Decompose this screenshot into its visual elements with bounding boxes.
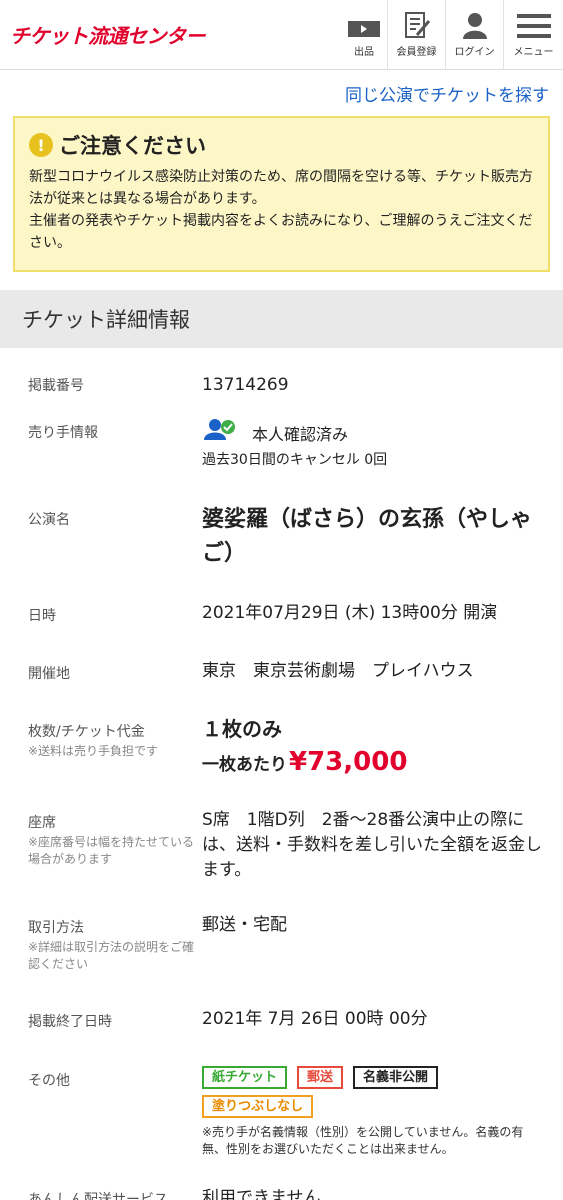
notice-title-row: ! ご注意ください (29, 130, 534, 160)
caution-notice: ! ご注意ください 新型コロナウイルス感染防止対策のため、席の間隔を空ける等、チ… (13, 116, 550, 272)
price-row: 一枚あたり ¥73,000 (202, 747, 547, 778)
search-link-row: 同じ公演でチケットを探す (0, 70, 563, 116)
nav-login[interactable]: ログイン (445, 0, 503, 70)
register-icon (403, 11, 431, 39)
nav-menu[interactable]: メニュー (503, 0, 563, 70)
label-safe-delivery: あんしん配送サービス (28, 1192, 168, 1200)
value-other: 紙チケット 郵送 名義非公開 塗りつぶしなし ※売り手が名義情報（性別）を公開し… (202, 1066, 547, 1158)
menu-icon (516, 11, 551, 39)
notice-title: ご注意ください (59, 134, 206, 158)
value-performance: 婆娑羅（ばさら）の玄孫（やしゃご） (202, 507, 533, 566)
price-per-label: 一枚あたり (202, 755, 287, 775)
verified-user-icon (202, 418, 238, 450)
nav-login-label: ログイン (454, 46, 495, 58)
label-other: その他 (28, 1073, 70, 1089)
value-method: 郵送・宅配 (202, 915, 287, 935)
site-logo[interactable]: チケット流通センター (10, 20, 206, 49)
label-seller: 売り手情報 (28, 425, 98, 441)
section-title: チケット詳細情報 (0, 290, 563, 348)
seller-verified-status: 本人確認済み (252, 424, 349, 444)
value-listing-id: 13714269 (202, 374, 289, 395)
badge-name-private: 名義非公開 (353, 1066, 439, 1089)
label-performance: 公演名 (28, 512, 70, 528)
site-header: チケット流通センター 出品 会員登録 ログイン メニュー (0, 0, 563, 70)
seller-line: 本人確認済み (202, 418, 547, 450)
row-seat: 座席 ※座席番号は幅を持たせている場合があります S席 1階D列 2番〜28番公… (0, 808, 563, 883)
label-method: 取引方法 ※詳細は取引方法の説明をご確認ください (28, 913, 202, 973)
label-seat: 座席 ※座席番号は幅を持たせている場合があります (28, 808, 202, 883)
same-performance-link[interactable]: 同じ公演でチケットを探す (345, 81, 549, 106)
nav-sell-label: 出品 (354, 46, 374, 58)
user-icon (461, 11, 489, 39)
label-seat-note: ※座席番号は幅を持たせている場合があります (28, 835, 195, 866)
nav-sell[interactable]: 出品 (341, 0, 387, 70)
badge-mail: 郵送 (297, 1066, 344, 1089)
value-venue: 東京 東京芸術劇場 プレイハウス (202, 661, 474, 681)
row-seller: 売り手情報 本人確認済み 過去30日間のキャンセル 0回 (0, 418, 563, 473)
row-method: 取引方法 ※詳細は取引方法の説明をご確認ください 郵送・宅配 (0, 913, 563, 973)
label-listing-end: 掲載終了日時 (28, 1014, 112, 1030)
nav-register[interactable]: 会員登録 (387, 0, 445, 70)
seller-cancel-count: 過去30日間のキャンセル 0回 (202, 452, 388, 468)
value-seat: S席 1階D列 2番〜28番公演中止の際には、送料・手数料を差し引いた全額を返金… (202, 810, 542, 880)
row-listing-end: 掲載終了日時 2021年 7月 26日 00時 00分 (0, 1007, 563, 1032)
row-listing-id: 掲載番号 13714269 (0, 348, 563, 404)
header-nav: 出品 会員登録 ログイン メニュー (341, 0, 563, 70)
row-quantity-price: 枚数/チケット代金 ※送料は売り手負担です １枚のみ 一枚あたり ¥73,000 (0, 717, 563, 778)
label-listing-id: 掲載番号 (28, 378, 84, 394)
value-listing-end: 2021年 7月 26日 00時 00分 (202, 1009, 428, 1029)
label-date: 日時 (28, 608, 56, 624)
label-seat-text: 座席 (28, 815, 56, 831)
nav-menu-label: メニュー (513, 46, 554, 58)
badge-list: 紙チケット 郵送 名義非公開 塗りつぶしなし (202, 1066, 502, 1118)
row-venue: 開催地 東京 東京芸術劇場 プレイハウス (0, 659, 563, 684)
label-quantity-text: 枚数/チケット代金 (28, 724, 145, 740)
badge-no-blackout: 塗りつぶしなし (202, 1095, 314, 1118)
row-performance: 公演名 婆娑羅（ばさら）の玄孫（やしゃご） (0, 503, 563, 571)
row-other: その他 紙チケット 郵送 名義非公開 塗りつぶしなし ※売り手が名義情報（性別）… (0, 1066, 563, 1158)
notice-text-2: 主催者の発表やチケット掲載内容をよくお読みになり、ご理解のうえご注文ください。 (29, 213, 533, 251)
value-safe-delivery: 利用できません (202, 1188, 321, 1200)
label-method-note: ※詳細は取引方法の説明をご確認ください (28, 940, 195, 971)
ticket-details: 掲載番号 13714269 売り手情報 本人確認済み 過去30日間のキャンセル … (0, 348, 563, 1200)
label-quantity-note: ※送料は売り手負担です (28, 744, 159, 758)
notice-text-1: 新型コロナウイルス感染防止対策のため、席の間隔を空ける等、チケット販売方法が従来… (29, 169, 533, 207)
other-note: ※売り手が名義情報（性別）を公開していません。名義の有無、性別をお選びいただくこ… (202, 1125, 524, 1156)
label-quantity: 枚数/チケット代金 ※送料は売り手負担です (28, 717, 202, 778)
price-value: ¥73,000 (289, 747, 408, 777)
ticket-icon (347, 11, 381, 39)
exclamation-icon: ! (29, 133, 53, 157)
nav-register-label: 会員登録 (396, 46, 437, 58)
value-seller: 本人確認済み 過去30日間のキャンセル 0回 (202, 418, 547, 473)
badge-paper-ticket: 紙チケット (202, 1066, 288, 1089)
row-safe-delivery: あんしん配送サービス 利用できません (0, 1186, 563, 1200)
label-venue: 開催地 (28, 666, 70, 682)
label-method-text: 取引方法 (28, 920, 84, 936)
value-date: 2021年07月29日 (木) 13時00分 開演 (202, 603, 498, 623)
row-date: 日時 2021年07月29日 (木) 13時00分 開演 (0, 601, 563, 626)
quantity: １枚のみ (202, 717, 282, 741)
value-quantity-price: １枚のみ 一枚あたり ¥73,000 (202, 717, 547, 778)
